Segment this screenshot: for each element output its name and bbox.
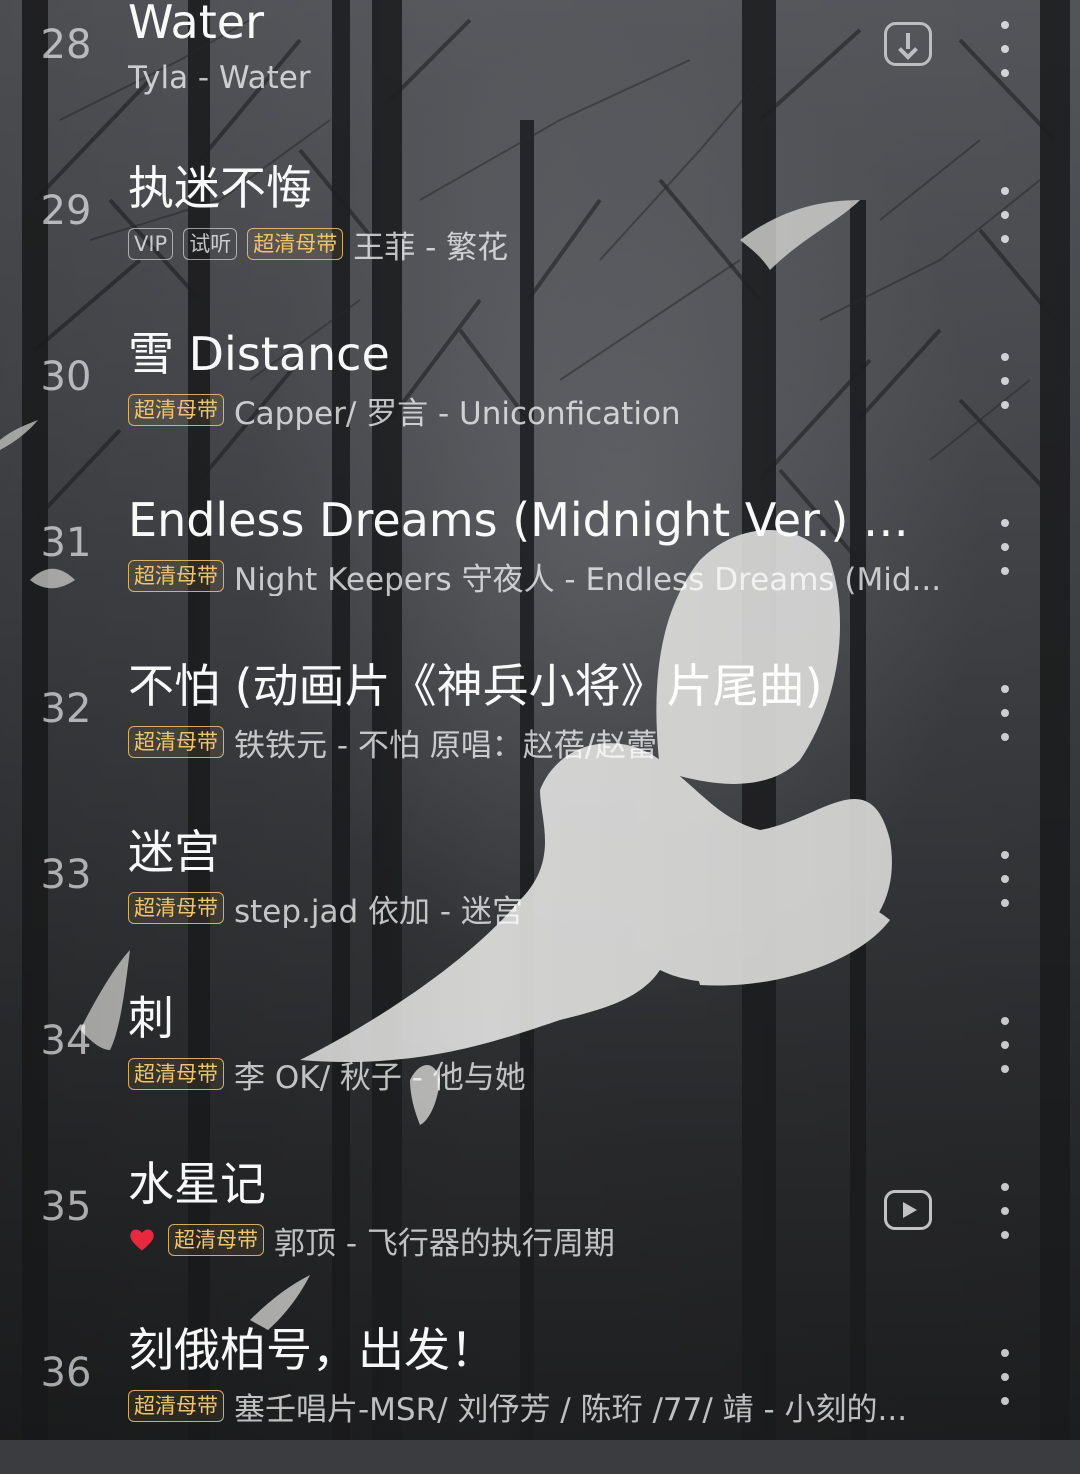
song-meta: VIP 试听 超清母带 王菲 - 繁花: [128, 224, 968, 264]
quality-tag: 试听: [183, 228, 238, 260]
song-meta: 超清母带李 OK/ 秋子 - 他与她: [128, 1054, 968, 1094]
song-meta: Tyla - Water: [128, 58, 968, 98]
song-row[interactable]: 33 迷宫超清母带 step.jad 依加 - 迷宫: [0, 810, 1080, 976]
song-meta: 超清母带 step.jad 依加 - 迷宫: [128, 888, 968, 928]
song-title: 执迷不悔: [128, 161, 312, 215]
download-icon[interactable]: [884, 22, 932, 66]
song-index: 30: [40, 354, 92, 400]
more-options-icon[interactable]: [990, 1349, 1020, 1405]
song-title: 刺: [128, 991, 174, 1045]
quality-tag: 超清母带: [128, 394, 224, 426]
song-title: Water: [128, 0, 264, 49]
song-index: 28: [40, 22, 92, 68]
song-title: Endless Dreams (Midnight Ver.) (雷…: [128, 493, 918, 547]
quality-tag: 超清母带: [168, 1224, 264, 1256]
more-options-icon[interactable]: [990, 353, 1020, 409]
song-row[interactable]: 35 水星记超清母带 郭顶 - 飞行器的执行周期: [0, 1142, 1080, 1308]
quality-tag: 超清母带: [128, 892, 224, 924]
song-artist-album: Tyla - Water: [128, 60, 311, 96]
song-artist-album: 塞壬唱片-MSR/ 刘伃芳 / 陈珩 /77/ 靖 - 小刻的...: [234, 1391, 908, 1427]
song-index: 34: [40, 1018, 92, 1064]
song-index: 31: [40, 520, 92, 566]
song-artist-album: 王菲 - 繁花: [353, 229, 509, 265]
quality-tag: VIP: [128, 228, 174, 260]
liked-heart-icon[interactable]: [128, 1226, 156, 1254]
song-meta: 超清母带 塞壬唱片-MSR/ 刘伃芳 / 陈珩 /77/ 靖 - 小刻的...: [128, 1386, 968, 1426]
quality-tag: 超清母带: [128, 1390, 224, 1422]
song-artist-album: Capper/ 罗言 - Uniconfication: [234, 395, 681, 431]
song-index: 29: [40, 188, 92, 234]
more-options-icon[interactable]: [990, 685, 1020, 741]
more-options-icon[interactable]: [990, 851, 1020, 907]
song-artist-album: 郭顶 - 飞行器的执行周期: [274, 1225, 615, 1261]
song-artist-album: 铁铁元 - 不怕 原唱：赵蓓/赵蕾: [234, 727, 658, 763]
more-options-icon[interactable]: [990, 1017, 1020, 1073]
quality-tag: 超清母带: [247, 228, 344, 260]
song-artist-album: 李 OK/ 秋子 - 他与她: [234, 1059, 526, 1095]
song-index: 33: [40, 852, 92, 898]
more-options-icon[interactable]: [990, 519, 1020, 575]
quality-tag: 超清母带: [128, 1058, 224, 1090]
song-index: 32: [40, 686, 92, 732]
song-row[interactable]: 31 Endless Dreams (Midnight Ver.) (雷… 超清母带…: [0, 478, 1080, 644]
song-meta: 超清母带 铁铁元 - 不怕 原唱：赵蓓/赵蕾: [128, 722, 968, 762]
quality-tag: 超清母带: [128, 560, 224, 592]
song-row[interactable]: 34 刺超清母带李 OK/ 秋子 - 他与她: [0, 976, 1080, 1142]
more-options-icon[interactable]: [990, 21, 1020, 77]
song-meta: 超清母带 郭顶 - 飞行器的执行周期: [128, 1220, 968, 1260]
quality-tag: 超清母带: [128, 726, 224, 758]
song-meta: 超清母带 Night Keepers 守夜人 - Endless Dreams (…: [128, 556, 968, 596]
song-row[interactable]: 30 雪 Distance 超清母带 Capper/ 罗言 - Uniconficat…: [0, 312, 1080, 478]
song-title: 刻俄柏号，出发！: [128, 1323, 496, 1377]
song-row[interactable]: 28 Water Tyla - Water: [0, 0, 1080, 146]
mv-play-icon[interactable]: [884, 1190, 932, 1230]
song-title: 不怕 (动画片《神兵小将》片尾曲): [128, 659, 823, 713]
song-artist-album: Night Keepers 守夜人 - Endless Dreams (Mid.…: [234, 561, 942, 597]
song-title: 雪 Distance: [128, 327, 390, 381]
song-list: 28 Water Tyla - Water 29 执迷不悔 VIP 试听 超清母带 王菲 - 繁…: [0, 0, 1080, 1440]
more-options-icon[interactable]: [990, 187, 1020, 243]
song-row[interactable]: 29 执迷不悔 VIP 试听 超清母带 王菲 - 繁花: [0, 146, 1080, 312]
song-index: 35: [40, 1184, 92, 1230]
song-row[interactable]: 36 刻俄柏号，出发！ 超清母带 塞壬唱片-MSR/ 刘伃芳 / 陈珩 /77/ 靖 …: [0, 1308, 1080, 1474]
song-row[interactable]: 32 不怕 (动画片《神兵小将》片尾曲) 超清母带 铁铁元 - 不怕 原唱：赵蓓/赵蕾: [0, 644, 1080, 810]
song-title: 迷宫: [128, 825, 220, 879]
song-meta: 超清母带 Capper/ 罗言 - Uniconfication: [128, 390, 968, 430]
more-options-icon[interactable]: [990, 1183, 1020, 1239]
song-index: 36: [40, 1350, 92, 1396]
song-artist-album: step.jad 依加 - 迷宫: [234, 893, 523, 929]
song-title: 水星记: [128, 1157, 266, 1211]
